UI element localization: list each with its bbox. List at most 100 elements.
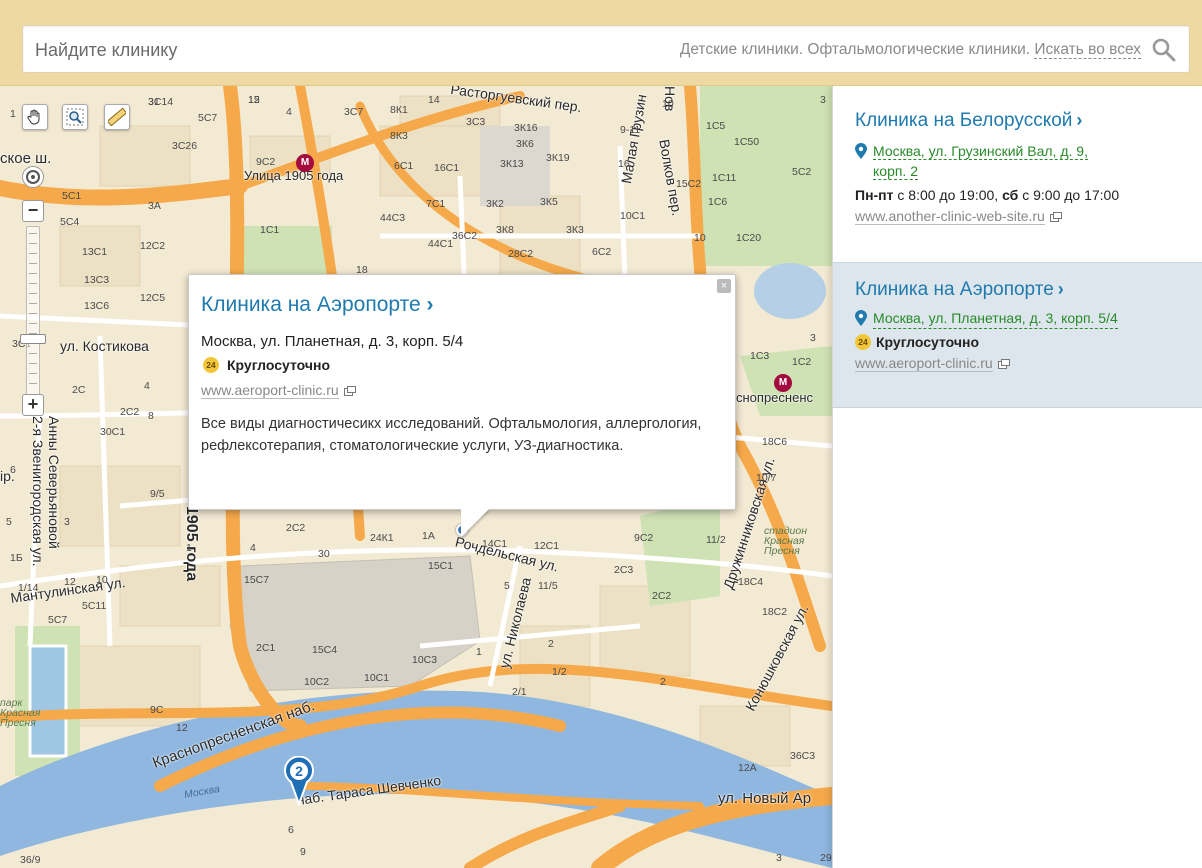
hours-24-badge: 24 — [203, 357, 219, 373]
clinic-address-line[interactable]: корп. 2 — [873, 163, 919, 180]
house-number: 3 — [810, 332, 816, 344]
zoom-slider[interactable] — [26, 226, 40, 396]
house-number: 1/14 — [18, 582, 39, 594]
map[interactable]: Расторгуевский пер. Улица 1905 года ул. … — [0, 86, 832, 868]
house-number: 5С4 — [60, 216, 80, 228]
locate-button[interactable] — [22, 166, 44, 188]
clinic-website: www.another-clinic-web-site.ru — [855, 208, 1181, 225]
house-number: 5С7 — [48, 614, 68, 626]
house-number: 3К8 — [496, 224, 514, 236]
house-number: 3С3 — [466, 116, 486, 128]
house-number: 6 — [288, 824, 294, 836]
ruler-icon — [108, 108, 126, 126]
close-icon[interactable]: × — [717, 279, 731, 293]
house-number: 15С2 — [676, 178, 702, 190]
clinic-hours: Пн-пт с 8:00 до 19:00, сб с 9:00 до 17:0… — [855, 187, 1181, 203]
suggest-kids-clinics[interactable]: Детские клиники. — [680, 41, 803, 58]
hours-text: с 9:00 до 17:00 — [1018, 187, 1120, 203]
house-number: 10 — [662, 98, 674, 110]
street-label: снопресненс — [736, 390, 813, 405]
house-number: 1С2 — [792, 356, 812, 368]
zoom-in-icon: + — [27, 394, 39, 414]
house-number: 5С11 — [82, 600, 107, 612]
balloon-website-link[interactable]: www.aeroport-clinic.ru — [201, 382, 339, 399]
house-number: 2С2 — [652, 590, 672, 602]
balloon-hours: 24 Круглосуточно — [201, 357, 723, 373]
clinic-address-line[interactable]: Москва, ул. Планетная, д. 3, корп. 5/4 — [873, 308, 1118, 329]
house-number: 5С7 — [198, 112, 218, 124]
house-number: 11/2 — [706, 534, 726, 546]
cluster-count: 2 — [295, 763, 303, 779]
search-input[interactable] — [35, 36, 595, 64]
metro-icon: М — [296, 154, 314, 172]
external-link-icon — [997, 358, 1010, 369]
hand-icon — [27, 109, 40, 125]
house-number: 1С20 — [736, 232, 762, 244]
hours-text: с 8:00 до 19:00, — [893, 187, 1003, 203]
house-number: 3 — [64, 516, 70, 528]
house-number: 36/9 — [20, 854, 41, 866]
clinic-title-link[interactable]: Клиника на Белорусской › — [855, 110, 1082, 132]
pin-icon — [855, 310, 867, 326]
cluster-marker-icon[interactable]: 2 — [284, 756, 314, 806]
street-label: Улица 1905 года — [244, 168, 344, 183]
house-number: 12А — [738, 762, 757, 774]
balloon-title[interactable]: Клиника на Аэропорте — [201, 293, 421, 316]
zoom-out-button[interactable]: − — [22, 200, 44, 222]
clinic-website: www.aeroport-clinic.ru — [855, 355, 1181, 372]
chevron-right-icon: › — [1076, 110, 1083, 130]
house-number: 16 — [618, 158, 630, 170]
house-number: 4 — [144, 380, 150, 392]
house-number: 5 — [6, 516, 12, 528]
house-number: 44С3 — [380, 212, 406, 224]
house-number: 1 — [10, 108, 16, 120]
house-number: 3К16 — [514, 122, 538, 134]
locate-icon — [26, 170, 40, 184]
balloon-address: Москва, ул. Планетная, д. 3, корп. 5/4 — [201, 333, 464, 350]
house-number: 3 — [820, 94, 826, 106]
zoom-region-button[interactable] — [62, 104, 88, 130]
clinic-address-line[interactable]: Москва, ул. Грузинский Вал, д. 9, — [873, 143, 1088, 160]
house-number: 1С5 — [706, 120, 726, 132]
house-number: 12 — [248, 94, 260, 106]
search-all-link[interactable]: Искать во всех — [1034, 41, 1141, 59]
zoom-in-button[interactable]: + — [22, 394, 44, 416]
house-number: 2 — [548, 638, 554, 650]
house-number: 18С6 — [762, 436, 788, 448]
house-number: 6С1 — [394, 160, 414, 172]
house-number: 1А — [422, 530, 435, 542]
metro-icon: М — [774, 374, 792, 392]
house-number: 8 — [148, 410, 154, 422]
house-number: 1С11 — [712, 172, 737, 184]
ruler-button[interactable] — [104, 104, 130, 130]
clinic-address[interactable]: Москва, ул. Планетная, д. 3, корп. 5/4 — [855, 308, 1181, 329]
clinic-address[interactable]: Москва, ул. Грузинский Вал, д. 9, корп. … — [855, 141, 1181, 181]
external-link-icon — [1049, 211, 1062, 222]
house-number: 2/1 — [512, 686, 527, 698]
house-number: 3А — [148, 200, 161, 212]
house-number: 31 — [148, 96, 160, 108]
clinic-card[interactable]: Клиника на Белорусской › Москва, ул. Груз… — [833, 110, 1202, 262]
suggest-ophthalmology-clinics[interactable]: Офтальмологические клиники. — [807, 41, 1030, 58]
house-number: 3С7 — [344, 106, 364, 118]
house-number: 29 — [820, 852, 832, 864]
house-number: 18С2 — [762, 606, 788, 618]
search-icon[interactable] — [1151, 37, 1177, 63]
balloon-website: www.aeroport-clinic.ru — [201, 382, 723, 399]
clinic-title[interactable]: Клиника на Белорусской — [855, 110, 1072, 131]
clinic-title[interactable]: Клиника на Аэропорте — [855, 279, 1054, 300]
house-number: 11/5 — [538, 580, 558, 592]
hand-tool-button[interactable] — [22, 104, 48, 130]
clinic-title-link[interactable]: Клиника на Аэропорте › — [855, 279, 1064, 301]
search-bar: Детские клиники. Офтальмологические клин… — [0, 0, 1202, 86]
clinic-card-selected[interactable]: Клиника на Аэропорте › Москва, ул. Планет… — [833, 262, 1202, 408]
hours-label: Пн-пт — [855, 187, 894, 203]
house-number: 15С4 — [312, 644, 338, 656]
zoom-slider-handle[interactable] — [20, 334, 46, 344]
balloon-title-link[interactable]: Клиника на Аэропорте › — [201, 293, 434, 317]
zoom-region-icon — [66, 108, 84, 126]
house-number: 8К3 — [390, 130, 408, 142]
house-number: 5С1 — [62, 190, 82, 202]
clinic-website-link[interactable]: www.another-clinic-web-site.ru — [855, 208, 1045, 225]
clinic-website-link[interactable]: www.aeroport-clinic.ru — [855, 355, 993, 372]
